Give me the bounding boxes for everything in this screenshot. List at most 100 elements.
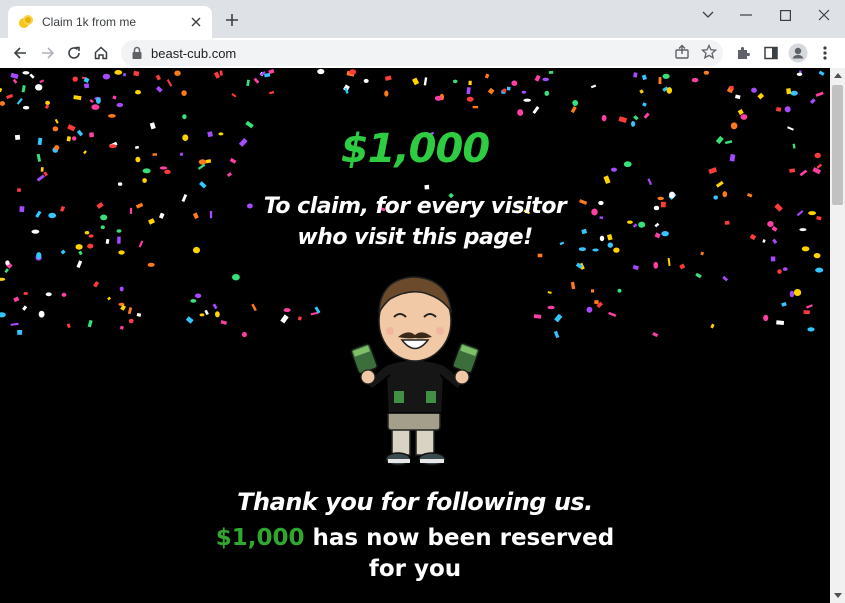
confetti-piece	[472, 106, 479, 109]
vertical-scrollbar[interactable]	[830, 68, 845, 603]
confetti-piece	[796, 210, 804, 217]
address-bar[interactable]: beast-cub.com	[121, 40, 723, 66]
confetti-piece	[643, 112, 650, 119]
confetti-piece	[691, 77, 699, 83]
confetti-piece	[241, 331, 247, 338]
scroll-thumb[interactable]	[832, 85, 843, 205]
close-icon[interactable]	[188, 14, 204, 30]
confetti-piece	[599, 216, 604, 219]
sidepanel-icon[interactable]	[760, 42, 782, 64]
confetti-piece	[0, 87, 3, 93]
back-arrow-icon[interactable]	[8, 41, 32, 65]
confetti-piece	[776, 320, 785, 326]
confetti-piece	[793, 289, 802, 296]
confetti-piece	[803, 310, 810, 315]
confetti-piece	[468, 80, 472, 86]
confetti-piece	[39, 79, 45, 84]
confetti-piece	[613, 247, 620, 253]
confetti-piece	[199, 313, 205, 317]
confetti-piece	[572, 100, 579, 106]
menu-icon[interactable]	[814, 42, 836, 64]
confetti-piece	[502, 88, 507, 93]
confetti-piece	[590, 84, 597, 89]
confetti-piece	[654, 232, 661, 239]
confetti-piece	[751, 87, 757, 93]
confetti-piece	[591, 289, 595, 293]
browser-tab[interactable]: Claim 1k from me	[8, 6, 212, 38]
home-icon[interactable]	[89, 41, 113, 65]
confetti-piece	[88, 234, 94, 238]
reserved-text: has now been reserved	[304, 525, 615, 551]
confetti-piece	[135, 90, 141, 95]
confetti-piece	[117, 182, 123, 186]
confetti-piece	[204, 309, 209, 316]
confetti-piece	[466, 96, 474, 102]
confetti-piece	[118, 250, 125, 255]
confetti-piece	[29, 73, 35, 79]
confetti-piece	[537, 253, 543, 258]
confetti-piece	[0, 312, 6, 318]
confetti-piece	[603, 175, 611, 185]
minimize-icon[interactable]	[733, 4, 759, 26]
confetti-piece	[633, 72, 638, 78]
forward-arrow-icon[interactable]	[36, 41, 60, 65]
confetti-piece	[586, 306, 593, 313]
confetti-piece	[815, 91, 824, 97]
confetti-piece	[532, 106, 540, 115]
share-icon[interactable]	[672, 42, 692, 62]
profile-icon[interactable]	[787, 42, 809, 64]
confetti-piece	[775, 107, 782, 112]
confetti-piece	[22, 71, 30, 75]
extensions-icon[interactable]	[732, 42, 754, 64]
confetti-piece	[633, 115, 639, 121]
confetti-piece	[100, 225, 105, 229]
confetti-piece	[16, 97, 23, 105]
confetti-piece	[215, 311, 220, 318]
confetti-piece	[487, 87, 495, 95]
confetti-piece	[185, 316, 194, 324]
amount-heading: $1,000	[340, 126, 490, 172]
confetti-piece	[107, 296, 111, 301]
confetti-piece	[133, 70, 140, 77]
confetti-piece	[119, 286, 124, 292]
confetti-piece	[129, 207, 133, 214]
reserved-amount: $1,000	[215, 525, 305, 551]
confetti-piece	[174, 70, 181, 76]
confetti-piece	[59, 205, 66, 212]
scroll-up-icon[interactable]	[830, 68, 845, 83]
confetti-piece	[220, 320, 228, 325]
confetti-piece	[533, 314, 542, 319]
confetti-piece	[632, 264, 639, 271]
confetti-piece	[87, 319, 93, 328]
confetti-piece	[181, 193, 188, 203]
confetti-piece	[653, 261, 659, 269]
confetti-piece	[777, 269, 782, 274]
lock-icon[interactable]	[131, 46, 143, 60]
confetti-piece	[76, 260, 83, 269]
confetti-piece	[763, 314, 769, 322]
confetti-piece	[0, 277, 6, 281]
confetti-piece	[75, 244, 83, 250]
chevron-down-icon[interactable]	[695, 4, 721, 26]
close-window-icon[interactable]	[811, 4, 837, 26]
plus-icon[interactable]	[222, 10, 242, 30]
confetti-piece	[627, 220, 633, 224]
confetti-piece	[652, 332, 659, 338]
confetti-piece	[484, 73, 490, 79]
confetti-piece	[384, 90, 389, 97]
maximize-icon[interactable]	[772, 4, 798, 26]
confetti-piece	[231, 93, 237, 98]
star-icon[interactable]	[699, 42, 719, 62]
confetti-piece	[757, 92, 765, 100]
confetti-piece	[117, 236, 121, 244]
reload-icon[interactable]	[62, 41, 86, 65]
confetti-piece	[737, 108, 744, 116]
confetti-piece	[36, 174, 45, 182]
confetti-piece	[813, 253, 821, 259]
scroll-down-icon[interactable]	[830, 588, 845, 603]
mascot-illustration	[350, 276, 480, 466]
confetti-piece	[136, 312, 142, 317]
confetti-piece	[246, 79, 250, 87]
confetti-piece	[749, 233, 757, 241]
confetti-piece	[511, 80, 518, 86]
